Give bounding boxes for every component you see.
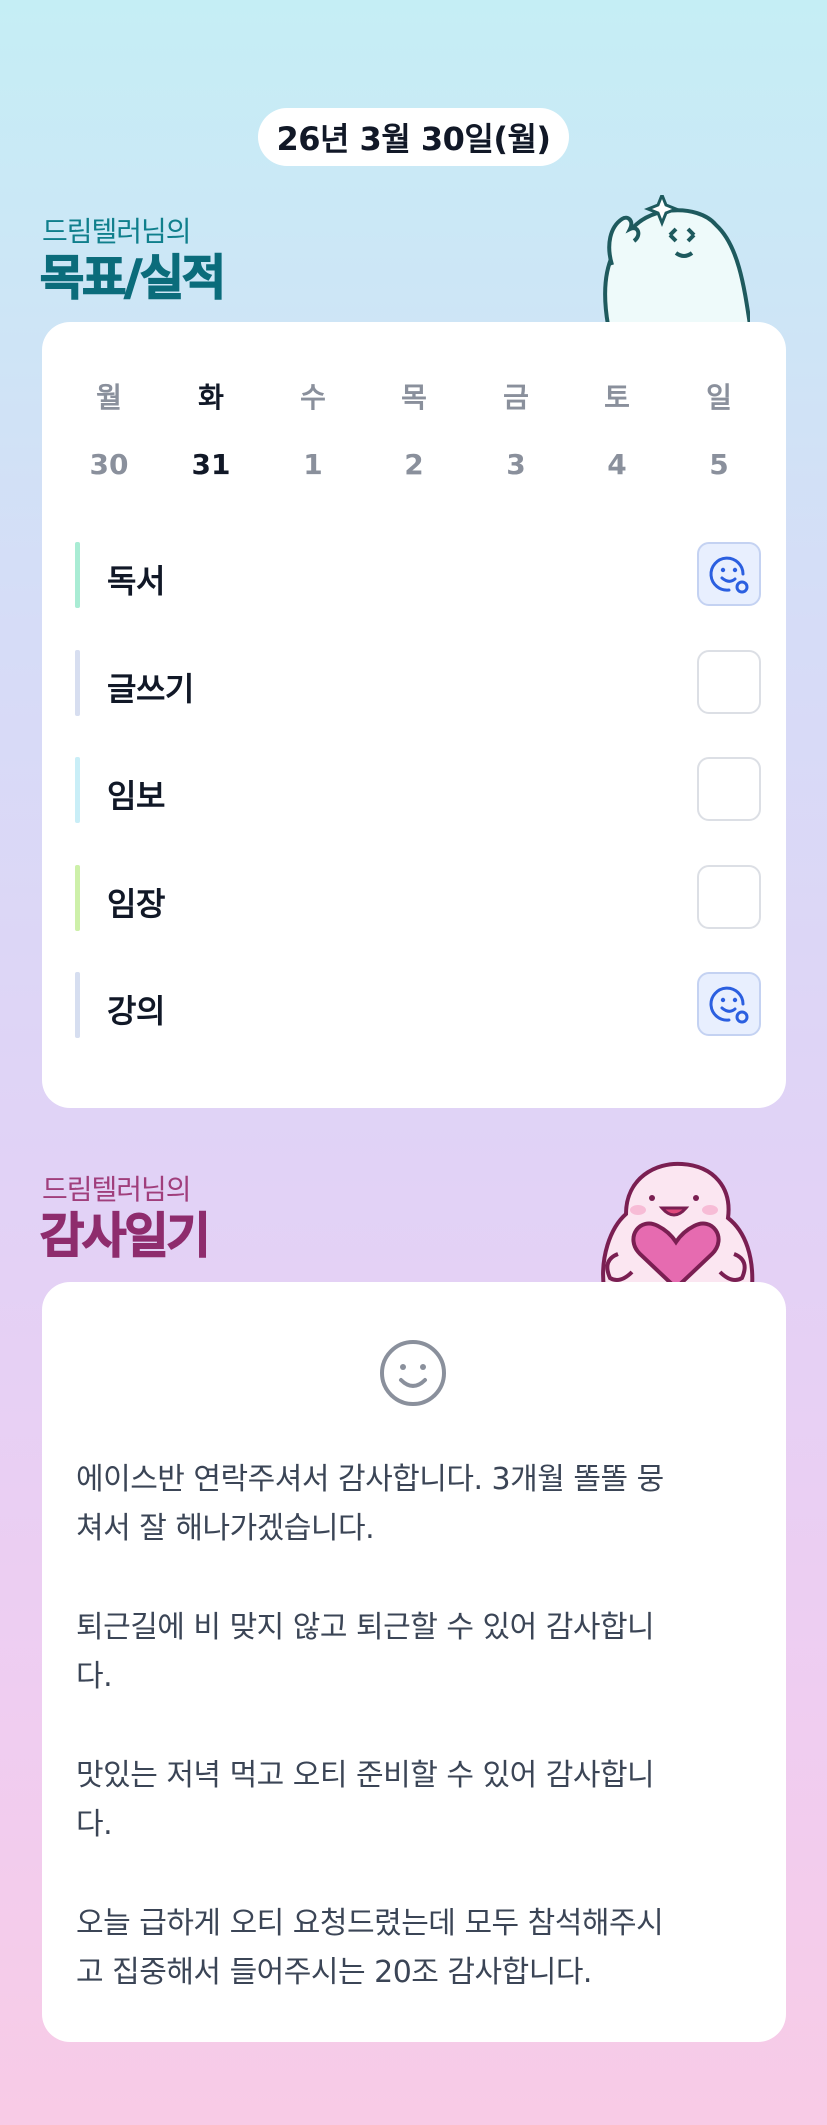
goal-checkbox[interactable] [697, 650, 761, 714]
date-3[interactable]: 3 [476, 448, 556, 481]
diary-entry: 에이스반 연락주셔서 감사합니다. 3개월 똘똘 뭉 쳐서 잘 해나가겠습니다. [76, 1462, 664, 1546]
diary-section-title: 감사일기 [39, 1207, 211, 1265]
date-1[interactable]: 1 [273, 448, 353, 481]
date-2[interactable]: 2 [374, 448, 454, 481]
weekday-sat[interactable]: 토 [577, 376, 657, 416]
weekday-wed[interactable]: 수 [273, 376, 353, 416]
weekday-tue[interactable]: 화 [171, 376, 251, 416]
goal-color-bar [75, 865, 80, 931]
goal-checkbox[interactable] [697, 542, 761, 606]
goal-checkbox[interactable] [697, 757, 761, 821]
date-5[interactable]: 5 [679, 448, 759, 481]
date-number-row: 30 31 1 2 3 4 5 [42, 448, 786, 488]
waving-ghost-mascot-icon [603, 195, 750, 325]
date-4[interactable]: 4 [577, 448, 657, 481]
goal-item-imbo: 임보 [75, 757, 761, 823]
goal-item-writing: 글쓰기 [75, 650, 761, 716]
date-30[interactable]: 30 [69, 448, 149, 481]
goal-color-bar [75, 757, 80, 823]
weekday-fri[interactable]: 금 [476, 376, 556, 416]
goal-label: 임보 [107, 777, 165, 815]
goal-color-bar [75, 650, 80, 716]
goal-color-bar [75, 542, 80, 608]
heart-holding-mascot-icon [601, 1161, 755, 1288]
diary-entry: 퇴근길에 비 맞지 않고 퇴근할 수 있어 감사합니 다. [76, 1610, 655, 1694]
goal-color-bar [75, 972, 80, 1038]
goal-item-imjang: 임장 [75, 865, 761, 931]
goal-checkbox[interactable] [697, 972, 761, 1036]
goal-item-lecture: 강의 [75, 972, 761, 1038]
date-31[interactable]: 31 [171, 448, 251, 481]
goals-section-title: 목표/실적 [39, 249, 227, 307]
weekday-mon[interactable]: 월 [69, 376, 149, 416]
weekday-sun[interactable]: 일 [679, 376, 759, 416]
goal-label: 임장 [107, 885, 165, 923]
goals-card: 월 화 수 목 금 토 일 30 31 1 2 3 4 5 독서 글쓰기 임보 … [42, 322, 786, 1108]
weekday-thu[interactable]: 목 [374, 376, 454, 416]
goal-label: 글쓰기 [107, 670, 194, 708]
date-selector[interactable]: 26년 3월 30일(월) [258, 108, 569, 166]
diary-entry: 오늘 급하게 오티 요청드렸는데 모두 참석해주시 고 집중해서 들어주시는 2… [76, 1906, 664, 1990]
diary-entry: 맛있는 저녁 먹고 오티 준비할 수 있어 감사합니 다. [76, 1758, 655, 1842]
smile-icon [380, 1340, 446, 1406]
goal-label: 강의 [107, 992, 165, 1030]
weekday-header-row: 월 화 수 목 금 토 일 [42, 376, 786, 416]
gratitude-diary-card[interactable]: 에이스반 연락주셔서 감사합니다. 3개월 똘똘 뭉 쳐서 잘 해나가겠습니다.… [42, 1282, 786, 2042]
goal-label: 독서 [107, 562, 165, 600]
smile-check-icon [709, 986, 749, 1024]
goal-item-reading: 독서 [75, 542, 761, 608]
smile-check-icon [709, 556, 749, 594]
goal-checkbox[interactable] [697, 865, 761, 929]
